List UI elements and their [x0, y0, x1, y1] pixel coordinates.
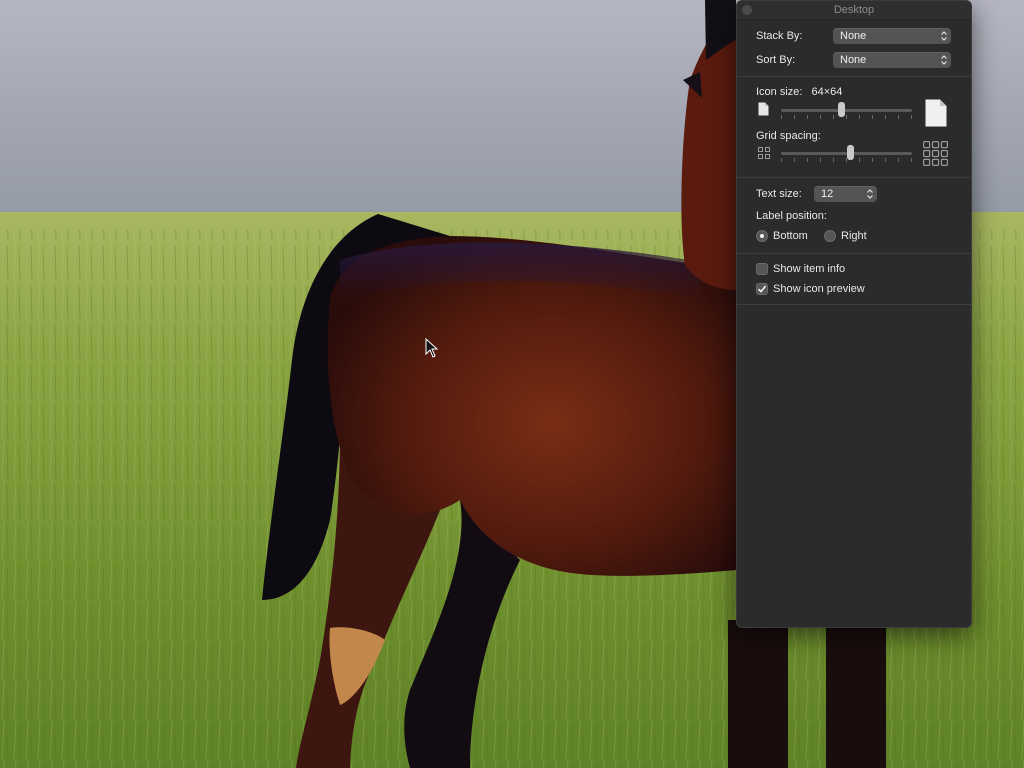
slider-tick [820, 158, 821, 162]
label-position-radio-group: Bottom Right [756, 229, 952, 243]
slider-tick [872, 158, 873, 162]
icon-size-label: Icon size: [756, 86, 803, 98]
slider-tick [885, 115, 886, 119]
grid-spacing-slider-thumb[interactable] [847, 145, 854, 160]
sort-by-label: Sort By: [756, 54, 796, 66]
popup-arrows-icon [941, 55, 947, 65]
show-icon-preview-label[interactable]: Show icon preview [773, 283, 865, 295]
text-size-value: 12 [821, 188, 834, 200]
slider-tick [807, 158, 808, 162]
stack-by-label: Stack By: [756, 30, 803, 42]
slider-tick [820, 115, 821, 119]
grid-spacing-label: Grid spacing: [756, 130, 821, 142]
sort-by-popup[interactable]: None [833, 52, 951, 68]
close-button[interactable] [742, 5, 752, 15]
label-position-label: Label position: [756, 210, 827, 222]
show-icon-preview-checkbox[interactable] [756, 283, 768, 295]
panel-titlebar[interactable]: Desktop [737, 1, 971, 20]
text-section: Text size: 12 Label position: Bottom Rig… [737, 178, 971, 254]
large-grid-icon [923, 141, 948, 166]
icon-size-slider[interactable] [781, 102, 912, 119]
slider-tick [859, 115, 860, 119]
slider-tick [898, 158, 899, 162]
sort-by-value: None [840, 54, 867, 66]
grid-spacing-slider[interactable] [781, 145, 912, 162]
radio-right-label[interactable]: Right [841, 230, 867, 242]
arrangement-section: Stack By: None Sort By: None [737, 20, 971, 77]
radio-bottom-label[interactable]: Bottom [773, 230, 824, 242]
show-item-info-label[interactable]: Show item info [773, 263, 845, 275]
slider-tick [781, 115, 782, 119]
show-item-info-checkbox[interactable] [756, 263, 768, 275]
large-document-icon [925, 99, 947, 127]
icon-size-value: 64×64 [811, 86, 843, 98]
radio-bottom[interactable] [756, 230, 768, 242]
mouse-pointer-icon [425, 338, 439, 358]
slider-tick [833, 115, 834, 119]
text-size-popup[interactable]: 12 [814, 186, 877, 202]
small-grid-icon [758, 147, 770, 159]
stack-by-popup[interactable]: None [833, 28, 951, 44]
slider-tick [846, 115, 847, 119]
slider-tick [859, 158, 860, 162]
text-size-label: Text size: [756, 188, 802, 200]
popup-arrows-icon [941, 31, 947, 41]
icon-size-slider-thumb[interactable] [838, 102, 845, 117]
panel-title: Desktop [833, 4, 875, 16]
slider-tick [781, 158, 782, 162]
small-document-icon [758, 102, 769, 116]
stack-by-value: None [840, 30, 867, 42]
slider-tick [872, 115, 873, 119]
slider-tick [898, 115, 899, 119]
slider-tick [846, 158, 847, 162]
sizing-section: Icon size: 64×64 Grid spacing: [737, 77, 971, 178]
options-section: Show item info Show icon preview [737, 254, 971, 305]
slider-tick [807, 115, 808, 119]
slider-tick [794, 115, 795, 119]
slider-tick [911, 115, 912, 119]
popup-arrows-icon [867, 189, 873, 199]
checkmark-icon [757, 285, 767, 293]
slider-tick [885, 158, 886, 162]
radio-right[interactable] [824, 230, 836, 242]
view-options-panel: Desktop Stack By: None Sort By: None Ico… [736, 0, 972, 628]
slider-tick [911, 158, 912, 162]
slider-tick [833, 158, 834, 162]
slider-tick [794, 158, 795, 162]
